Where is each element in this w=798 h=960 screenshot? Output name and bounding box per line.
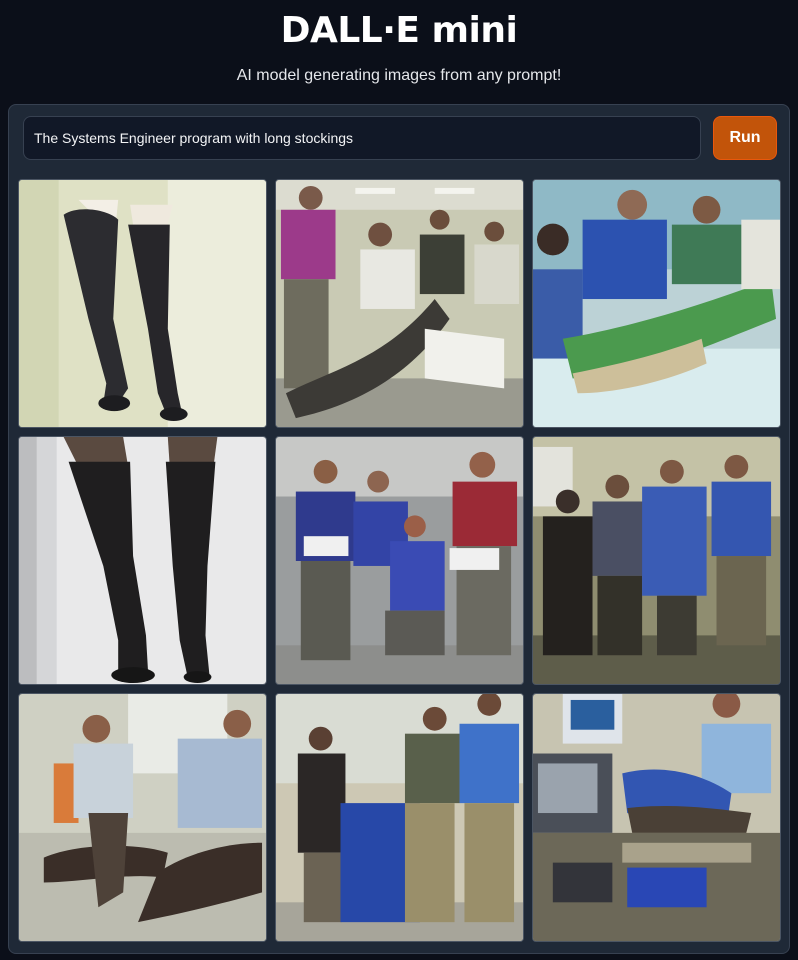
generated-image-5[interactable] — [275, 436, 524, 685]
generated-image-8[interactable] — [275, 693, 524, 942]
image-gallery — [18, 179, 782, 943]
app-subtitle: AI model generating images from any prom… — [236, 67, 562, 84]
generated-image-6[interactable] — [532, 436, 781, 685]
generated-image-9[interactable] — [532, 693, 781, 942]
run-button[interactable]: Run — [713, 116, 777, 160]
generated-image-7[interactable] — [18, 693, 267, 942]
generated-image-3[interactable] — [532, 179, 781, 428]
generated-image-1[interactable] — [18, 179, 267, 428]
generated-image-4[interactable] — [18, 436, 267, 685]
prompt-input[interactable]: The Systems Engineer program with long s… — [23, 116, 701, 160]
app-title: DALL·E mini — [280, 10, 518, 51]
generated-image-2[interactable] — [275, 179, 524, 428]
generator-panel: The Systems Engineer program with long s… — [8, 104, 790, 954]
